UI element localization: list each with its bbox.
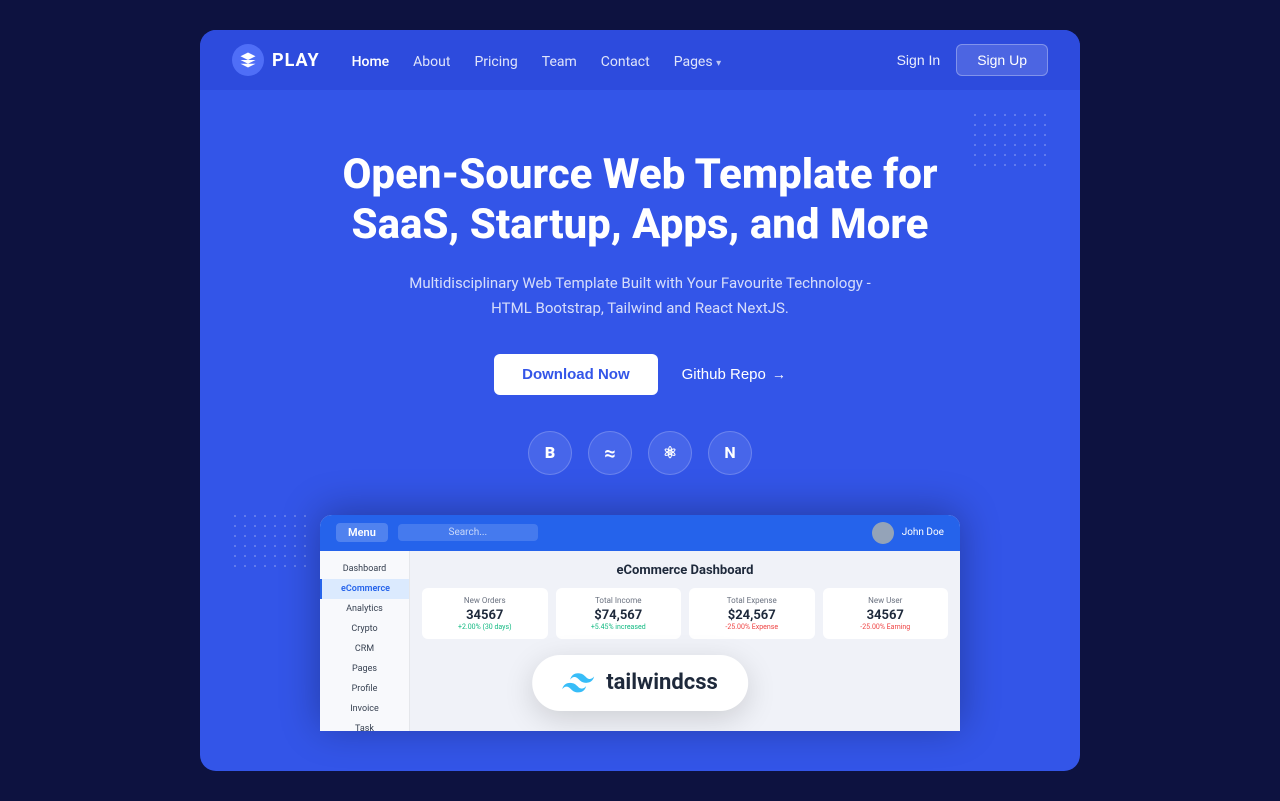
- stat-change-3: -25.00% Earning: [831, 623, 941, 631]
- sidebar-item-task[interactable]: Task: [320, 719, 409, 731]
- nav-links: Home About Pricing Team Contact Pages ▾: [352, 51, 722, 70]
- sidebar-item-crypto[interactable]: Crypto: [320, 619, 409, 639]
- nextjs-icon: N: [708, 431, 752, 475]
- hero-cta: Download Now Github Repo →: [280, 354, 1000, 395]
- stat-value-3: 34567: [831, 608, 941, 623]
- hero-title: Open-Source Web Template for SaaS, Start…: [280, 150, 1000, 251]
- stat-card-total-income: Total Income $74,567 +5.45% increased: [556, 588, 682, 639]
- nav-item-home[interactable]: Home: [352, 51, 390, 70]
- sidebar-item-pages[interactable]: Pages: [320, 659, 409, 679]
- nav-link-home: Home: [352, 54, 390, 70]
- stat-label-0: New Orders: [430, 596, 540, 605]
- tech-icons: B ≈ ⚛ N: [280, 431, 1000, 475]
- react-icon: ⚛: [648, 431, 692, 475]
- tailwind-icon: ≈: [588, 431, 632, 475]
- sidebar-item-ecommerce[interactable]: eCommerce: [320, 579, 409, 599]
- dashboard-stats-cards: New Orders 34567 +2.00% (30 days) Total …: [422, 588, 948, 639]
- navbar-right: Sign In Sign Up: [897, 44, 1048, 76]
- sidebar-item-invoice[interactable]: Invoice: [320, 699, 409, 719]
- dashboard-search: Search...: [398, 524, 538, 541]
- nav-item-pricing[interactable]: Pricing: [474, 51, 517, 70]
- fake-dashboard: Menu Search... John Doe Dashboard eComme…: [320, 515, 960, 731]
- sidebar-item-analytics[interactable]: Analytics: [320, 599, 409, 619]
- nav-item-contact[interactable]: Contact: [601, 51, 650, 70]
- dashboard-content-title: eCommerce Dashboard: [422, 563, 948, 578]
- dashboard-topbar: Menu Search... John Doe: [320, 515, 960, 551]
- stat-card-new-user: New User 34567 -25.00% Earning: [823, 588, 949, 639]
- dashboard-user-name: John Doe: [902, 527, 944, 538]
- github-button[interactable]: Github Repo →: [682, 366, 786, 383]
- nav-link-pages: Pages ▾: [674, 54, 721, 70]
- hero-subtitle: Multidisciplinary Web Template Built wit…: [400, 271, 880, 322]
- signup-button[interactable]: Sign Up: [956, 44, 1048, 76]
- nav-link-pricing: Pricing: [474, 54, 517, 70]
- nav-link-team: Team: [542, 54, 577, 70]
- dashboard-menu-btn: Menu: [336, 523, 388, 542]
- main-card: PLAY Home About Pricing Team Contact Pag…: [200, 30, 1080, 771]
- stat-change-0: +2.00% (30 days): [430, 623, 540, 631]
- stat-change-1: +5.45% increased: [564, 623, 674, 631]
- download-button[interactable]: Download Now: [494, 354, 658, 395]
- stat-change-2: -25.00% Expense: [697, 623, 807, 631]
- arrow-right-icon: →: [772, 366, 786, 382]
- page-wrapper: PLAY Home About Pricing Team Contact Pag…: [0, 0, 1280, 801]
- stat-value-1: $74,567: [564, 608, 674, 623]
- stat-value-0: 34567: [430, 608, 540, 623]
- dashboard-sidebar: Dashboard eCommerce Analytics Crypto CRM…: [320, 551, 410, 731]
- dashboard-topbar-right: John Doe: [872, 522, 944, 544]
- signin-button[interactable]: Sign In: [897, 52, 941, 68]
- nav-item-pages[interactable]: Pages ▾: [674, 51, 721, 70]
- sidebar-item-dashboard[interactable]: Dashboard: [320, 559, 409, 579]
- dots-decoration-top-right: [970, 110, 1050, 170]
- stat-label-3: New User: [831, 596, 941, 605]
- sidebar-item-crm[interactable]: CRM: [320, 639, 409, 659]
- nav-item-team[interactable]: Team: [542, 51, 577, 70]
- dots-decoration-bottom-left: [230, 511, 310, 571]
- nav-link-about: About: [413, 54, 450, 70]
- tailwind-badge: tailwindcss: [532, 655, 748, 711]
- tailwind-badge-text: tailwindcss: [606, 670, 718, 695]
- chevron-down-icon: ▾: [716, 58, 721, 69]
- tailwind-badge-icon: [562, 667, 594, 699]
- navbar: PLAY Home About Pricing Team Contact Pag…: [200, 30, 1080, 90]
- navbar-left: PLAY Home About Pricing Team Contact Pag…: [232, 44, 721, 76]
- logo-text: PLAY: [272, 50, 320, 71]
- stat-card-new-orders: New Orders 34567 +2.00% (30 days): [422, 588, 548, 639]
- stat-label-1: Total Income: [564, 596, 674, 605]
- stat-value-2: $24,567: [697, 608, 807, 623]
- nav-link-contact: Contact: [601, 54, 650, 70]
- logo-icon: [232, 44, 264, 76]
- bootstrap-icon: B: [528, 431, 572, 475]
- sidebar-item-profile[interactable]: Profile: [320, 679, 409, 699]
- logo[interactable]: PLAY: [232, 44, 320, 76]
- dashboard-avatar: [872, 522, 894, 544]
- stat-label-2: Total Expense: [697, 596, 807, 605]
- nav-item-about[interactable]: About: [413, 51, 450, 70]
- hero-section: Open-Source Web Template for SaaS, Start…: [200, 90, 1080, 771]
- dashboard-preview: Menu Search... John Doe Dashboard eComme…: [320, 515, 960, 731]
- stat-card-total-expense: Total Expense $24,567 -25.00% Expense: [689, 588, 815, 639]
